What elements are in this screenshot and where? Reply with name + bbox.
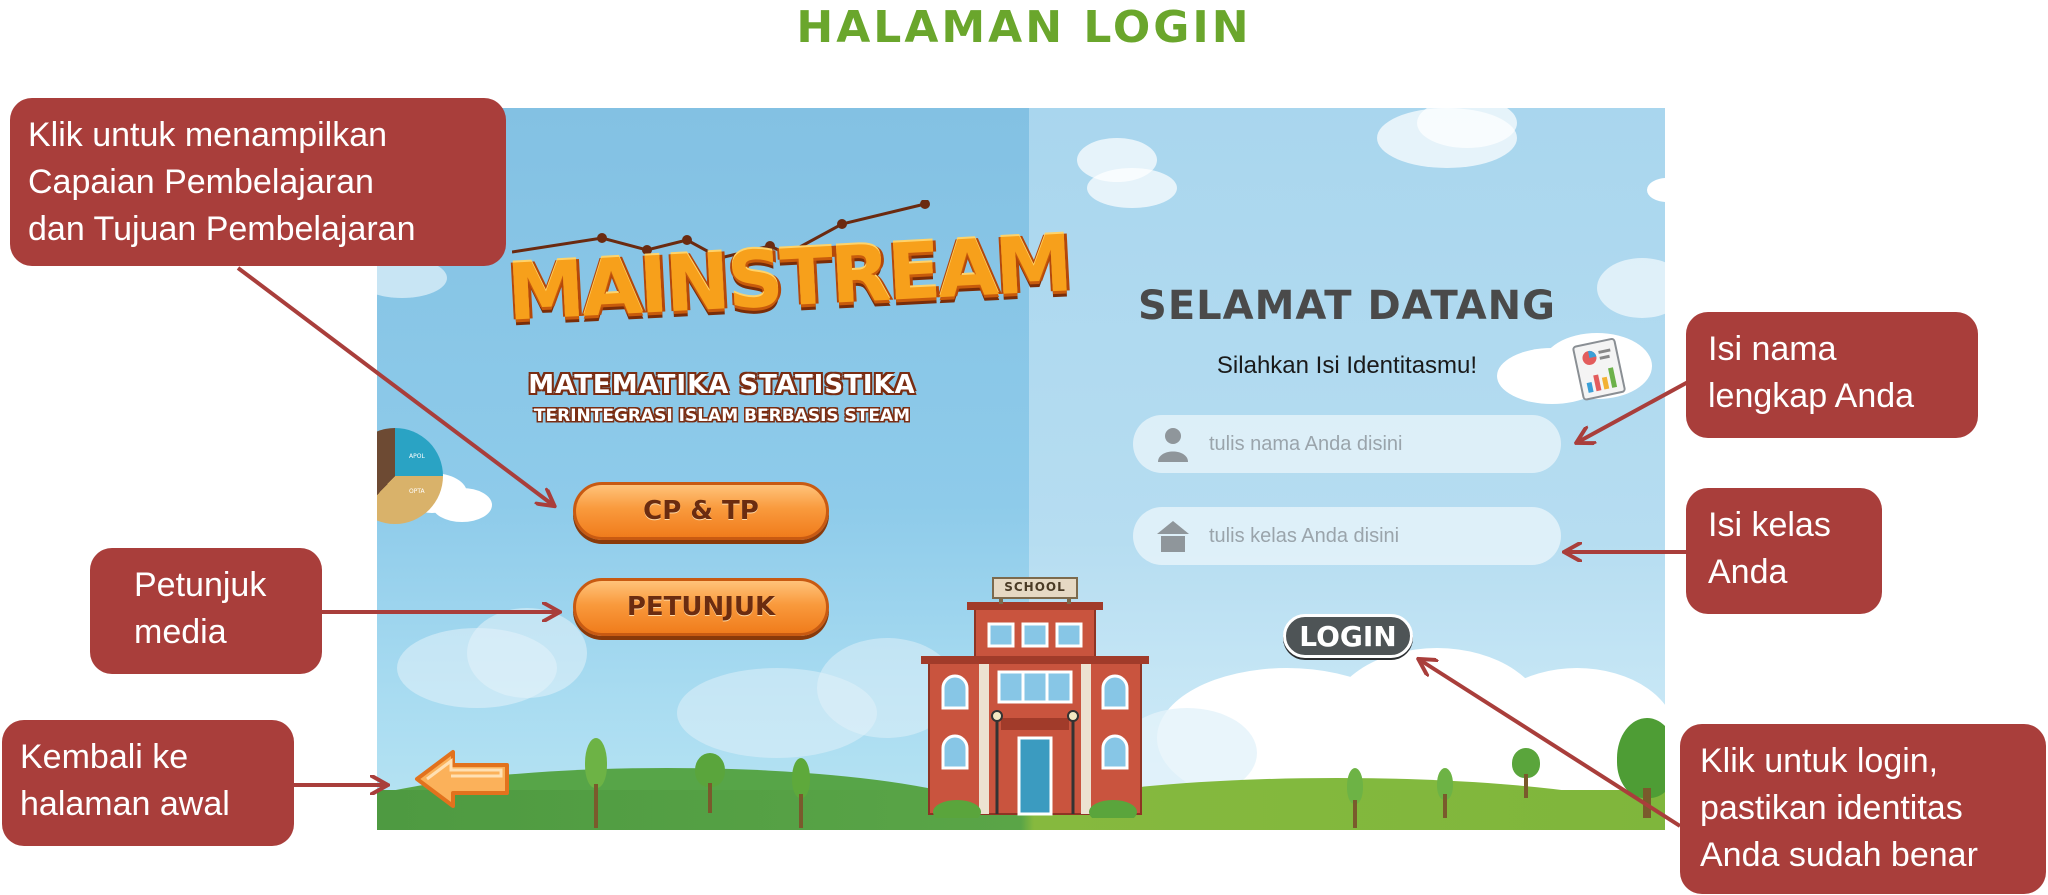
callout-line: Kembali ke bbox=[20, 738, 189, 776]
callout-line: Anda sudah benar bbox=[1700, 836, 1978, 874]
arrow-cp-tp bbox=[236, 266, 553, 505]
callout-line: pastikan identitas bbox=[1700, 789, 1963, 827]
callout-petunjuk: Petunjuk media bbox=[90, 548, 322, 674]
callout-line: halaman awal bbox=[20, 785, 230, 823]
callout-line: Isi kelas bbox=[1708, 506, 1831, 544]
callout-line: Petunjuk bbox=[134, 566, 267, 604]
callout-line: Klik untuk menampilkan bbox=[28, 116, 388, 154]
callout-line: Anda bbox=[1708, 553, 1788, 591]
callout-name: Isi nama lengkap Anda bbox=[1686, 312, 1978, 438]
arrow-login bbox=[1420, 660, 1682, 828]
callout-back: Kembali ke halaman awal bbox=[2, 720, 294, 846]
callout-class: Isi kelas Anda bbox=[1686, 488, 1882, 614]
callout-line: media bbox=[134, 613, 227, 651]
callout-line: dan Tujuan Pembelajaran bbox=[28, 210, 416, 248]
callout-line: Isi nama bbox=[1708, 330, 1837, 368]
callout-line: Klik untuk login, bbox=[1700, 742, 1939, 780]
callout-line: Capaian Pembelajaran bbox=[28, 163, 374, 201]
callout-line: lengkap Anda bbox=[1708, 377, 1915, 415]
arrow-name bbox=[1578, 380, 1689, 442]
callout-cp-tp: Klik untuk menampilkan Capaian Pembelaja… bbox=[10, 98, 506, 266]
callout-login: Klik untuk login, pastikan identitas And… bbox=[1680, 724, 2046, 894]
